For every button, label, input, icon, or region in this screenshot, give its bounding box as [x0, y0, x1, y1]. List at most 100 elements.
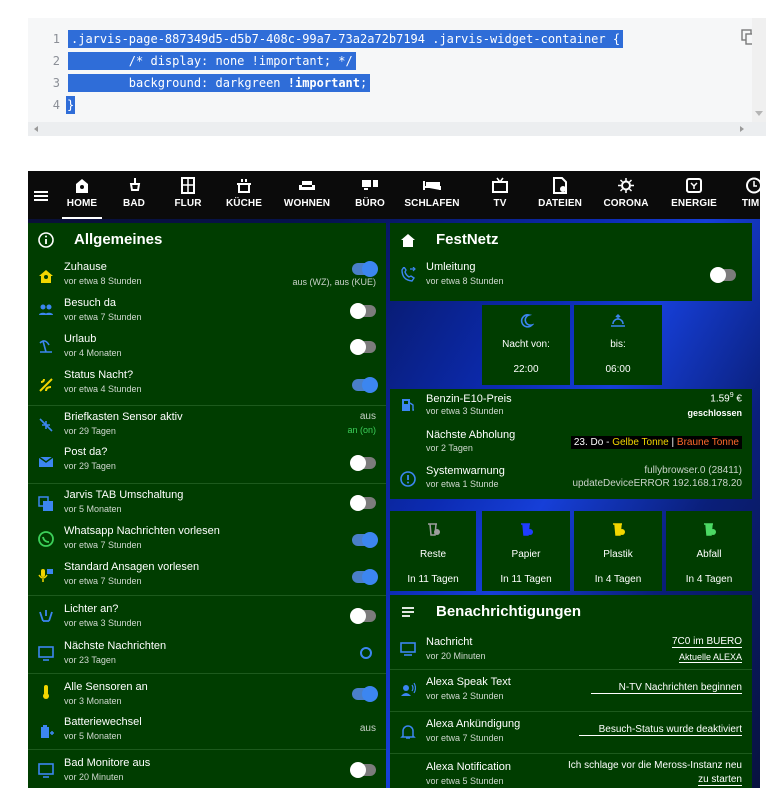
people-icon [39, 304, 53, 315]
toggle-urlaub[interactable] [350, 339, 376, 355]
home-icon [401, 234, 415, 247]
tab-label: BÜRO [355, 198, 385, 209]
tab-wohnen[interactable]: WOHNEN [282, 171, 332, 219]
list-item[interactable]: Alexa Notification vor etwa 5 Stunden Ic… [390, 753, 752, 788]
toggle-status-nacht[interactable] [352, 377, 378, 393]
vertical-scrollbar[interactable] [752, 18, 766, 122]
horizontal-scrollbar[interactable] [28, 122, 766, 136]
toggle-besuch[interactable] [350, 303, 376, 319]
code-line[interactable]: 1 .jarvis-page-887349d5-d5b7-408c-99a7-7… [28, 28, 766, 50]
monitor-icon [38, 646, 54, 661]
scroll-left-arrow-icon[interactable] [34, 126, 38, 132]
code-text[interactable]: ; [360, 76, 367, 90]
door-icon [181, 177, 195, 194]
tab-time[interactable]: TIME [736, 171, 760, 219]
notification-value: Ich schlage vor die Meross-Instanz neu [568, 760, 742, 771]
energy-icon [686, 178, 702, 193]
row-title: Alexa Speak Text [426, 676, 511, 688]
row-subtitle: vor etwa 5 Stunden [426, 776, 504, 786]
list-item[interactable]: Urlaub vor 4 Monaten [28, 329, 386, 365]
systemwarnung-row[interactable]: Systemwarnung vor etwa 1 Stunde fullybro… [390, 461, 752, 499]
scroll-down-arrow-icon[interactable] [755, 111, 763, 116]
list-item[interactable]: Alle Sensoren an vor 3 Monaten [28, 673, 386, 709]
info-icon [38, 232, 54, 248]
sofa-icon [299, 181, 315, 190]
code-text[interactable]: .jarvis-page-887349d5-d5b7-408c-99a7-73a… [68, 30, 624, 48]
virus-icon [618, 178, 634, 193]
microphone-message-icon [38, 569, 53, 582]
tab-corona[interactable]: CORONA [602, 171, 650, 219]
muell-tile-reste[interactable]: Reste In 11 Tagen [390, 511, 476, 591]
radio-naechste-nachrichten[interactable] [360, 647, 372, 659]
muell-tile-abfall[interactable]: Abfall In 4 Tagen [666, 511, 752, 591]
trash-clock-icon [613, 523, 625, 536]
tab-flur[interactable]: FLUR [168, 171, 208, 219]
monitor-off-icon [38, 763, 54, 778]
list-item[interactable]: Batteriewechsel vor 5 Monaten aus [28, 709, 386, 749]
list-item[interactable]: Nachricht vor 20 Minuten 7C0 im BUERO Ak… [390, 631, 752, 669]
tab-buero[interactable]: BÜRO [350, 171, 390, 219]
muell-tile-plastik[interactable]: Plastik In 4 Tagen [574, 511, 662, 591]
list-item[interactable]: Jarvis TAB Umschaltung vor 5 Monaten [28, 483, 386, 521]
toggle-zuhause[interactable] [352, 261, 378, 277]
list-item[interactable]: Briefkasten Sensor aktiv vor 29 Tagen au… [28, 405, 386, 443]
toggle-whatsapp[interactable] [352, 532, 378, 548]
toggle-post[interactable] [350, 455, 376, 471]
tab-label: TIME [741, 198, 760, 209]
toggle-alle-sensoren[interactable] [352, 686, 378, 702]
tab-tv[interactable]: TV [482, 171, 518, 219]
muell-tile-papier[interactable]: Papier In 11 Tagen [482, 511, 570, 591]
benzin-row[interactable]: Benzin-E10-Preis vor etwa 3 Stunden 1.59… [390, 389, 752, 425]
toggle-standard-ansagen[interactable] [352, 569, 378, 585]
list-item[interactable]: Umleitung vor etwa 8 Stunden [390, 257, 752, 297]
tab-label: FLUR [174, 198, 202, 209]
toggle-lichter[interactable] [350, 608, 376, 624]
code-text[interactable]: } [66, 96, 76, 114]
list-item[interactable]: Besuch da vor etwa 7 Stunden [28, 293, 386, 329]
list-item[interactable]: Post da? vor 29 Tagen [28, 443, 386, 483]
list-item[interactable]: Standard Ansagen vorlesen vor etwa 7 Stu… [28, 557, 386, 595]
toggle-jarvis-tab[interactable] [350, 495, 376, 511]
code-line[interactable]: 3 background: darkgreen !important; [28, 72, 766, 94]
row-title: Alexa Ankündigung [426, 718, 521, 730]
toggle-bad-monitore[interactable] [350, 762, 376, 778]
code-text[interactable]: /* display: none !important; */ [68, 52, 356, 70]
tab-schlafen[interactable]: SCHLAFEN [404, 171, 460, 219]
warning-line2: updateDeviceERROR 192.168.178.20 [572, 478, 742, 489]
row-title: Post da? [64, 446, 108, 458]
tab-kueche[interactable]: KÜCHE [222, 171, 266, 219]
speaker-person-icon [401, 682, 416, 696]
row-title: Alexa Notification [426, 761, 511, 773]
abholung-row[interactable]: Nächste Abholung vor 2 Tagen 23. Do - Ge… [390, 425, 752, 461]
row-title: Jarvis TAB Umschaltung [64, 489, 184, 501]
menu-icon[interactable] [34, 191, 48, 201]
nacht-bis-tile[interactable]: bis: 06:00 [574, 305, 662, 385]
list-item[interactable]: Lichter an? vor etwa 3 Stunden [28, 595, 386, 633]
tab-dateien[interactable]: DATEIEN [536, 171, 584, 219]
row-title: Alle Sensoren an [64, 681, 148, 693]
row-subtitle: vor etwa 7 Stunden [64, 312, 142, 322]
list-item[interactable]: Nächste Nachrichten vor 23 Tagen [28, 633, 386, 673]
list-item[interactable]: Alexa Ankündigung vor etwa 7 Stunden Bes… [390, 711, 752, 753]
code-line[interactable]: 4 } [28, 94, 766, 116]
nacht-von-tile[interactable]: Nacht von: 22:00 [482, 305, 570, 385]
tab-energie[interactable]: ENERGIE [670, 171, 718, 219]
trash-clock-icon [704, 523, 716, 536]
list-item[interactable]: Alexa Speak Text vor etwa 2 Stunden N-TV… [390, 669, 752, 711]
list-item[interactable]: Status Nacht? vor etwa 4 Stunden [28, 365, 386, 405]
scroll-right-arrow-icon[interactable] [740, 126, 744, 132]
list-item[interactable]: Zuhause vor etwa 8 Stunden aus (WZ), aus… [28, 257, 386, 293]
tab-home[interactable]: HOME [62, 171, 102, 219]
code-text[interactable]: background: darkgreen [71, 76, 288, 90]
list-item[interactable]: Whatsapp Nachrichten vorlesen vor etwa 7… [28, 521, 386, 557]
row-subtitle: vor 20 Minuten [64, 772, 124, 782]
css-code-editor[interactable]: 1 .jarvis-page-887349d5-d5b7-408c-99a7-7… [28, 18, 766, 136]
home-icon [76, 179, 88, 193]
code-lines[interactable]: 1 .jarvis-page-887349d5-d5b7-408c-99a7-7… [28, 28, 766, 116]
toggle-umleitung[interactable] [710, 267, 736, 283]
code-keyword[interactable]: !important [288, 76, 360, 90]
code-line[interactable]: 2 /* display: none !important; */ [28, 50, 766, 72]
notification-value-secondary: zu starten [698, 774, 742, 786]
list-item[interactable]: Bad Monitore aus vor 20 Minuten [28, 749, 386, 788]
tab-bad[interactable]: BAD [114, 171, 154, 219]
